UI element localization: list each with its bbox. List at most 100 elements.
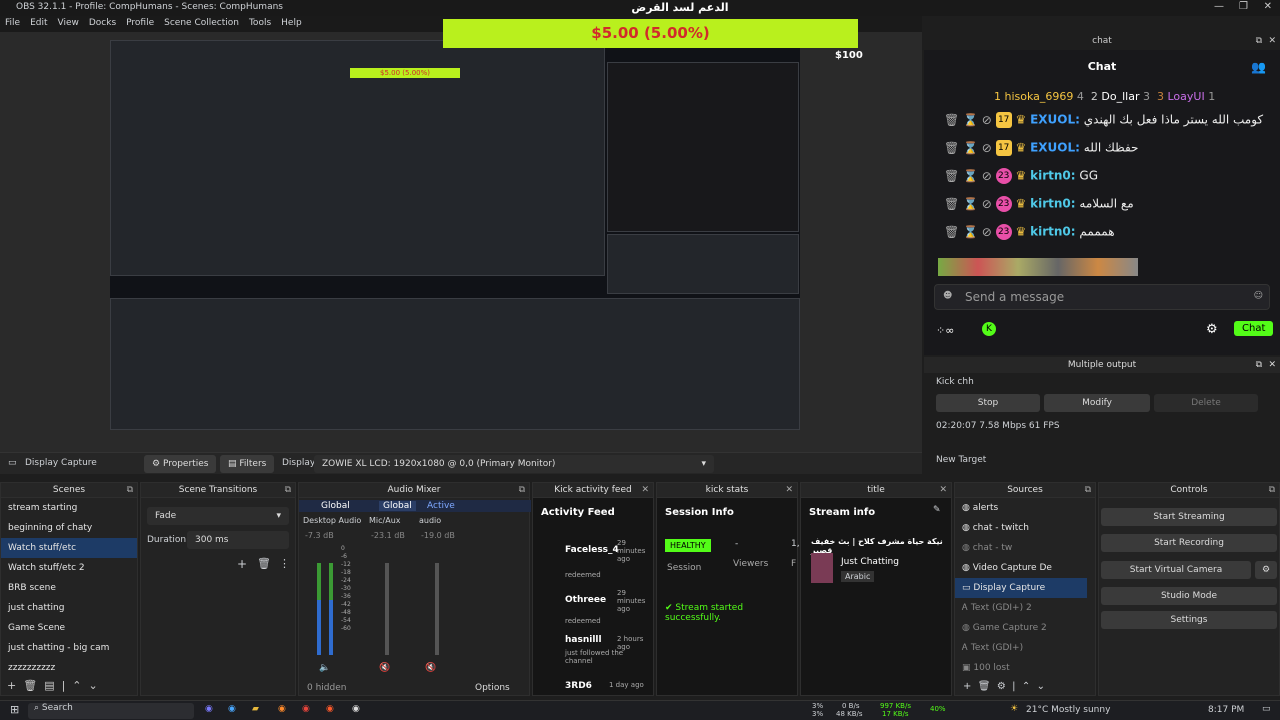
add-icon[interactable]: + [963,681,971,692]
menu-docks[interactable]: Docks [84,16,121,30]
emoji-icon[interactable]: ☺ [1254,291,1263,301]
scene-item[interactable]: Watch stuff/etc 2 [1,558,137,578]
filters-button[interactable]: ▤ Filters [220,455,275,473]
smile-icon[interactable]: ☻ [943,291,952,301]
trash-icon[interactable]: 🗑 [257,557,271,570]
trash-icon[interactable]: 🗑 [23,679,37,692]
mute-icon[interactable]: 🔇 [425,663,436,673]
close-icon[interactable]: ✕ [1264,1,1272,12]
scene-item[interactable]: Watch stuff/etc [1,538,137,558]
mod-icons[interactable]: 🗑 ⌛ ⊘ [944,113,992,127]
clock[interactable]: 8:17 PM [1208,705,1244,715]
duration-input[interactable]: 300 ms [187,531,289,549]
menu-file[interactable]: File [0,16,25,30]
mod-icons[interactable]: 🗑 ⌛ ⊘ [944,169,992,183]
edit-icon[interactable]: ✎ [933,505,941,515]
mod-icons[interactable]: 🗑 ⌛ ⊘ [944,225,992,239]
add-icon[interactable]: + [237,557,247,571]
discord-icon[interactable]: ◉ [205,704,213,714]
start-virtual-camera-button[interactable]: Start Virtual Camera [1101,561,1251,579]
chat-message[interactable]: 🗑 ⌛ ⊘ 23 ♛ kirtn0: GG [924,168,1280,194]
undock-icon[interactable]: ⧉ [519,483,525,498]
source-item[interactable]: ◍ alerts [955,498,1087,518]
users-icon[interactable]: 👥 [1251,60,1266,74]
down-icon[interactable]: ⌄ [1037,681,1045,692]
close-icon[interactable]: ✕ [1268,357,1276,373]
menu-help[interactable]: Help [276,16,307,30]
kick-icon[interactable]: K [982,322,996,336]
undock-icon[interactable]: ⧉ [1256,32,1262,50]
source-item[interactable]: ◍ Game Capture 2 [955,618,1087,638]
properties-button[interactable]: ⚙ Properties [144,455,217,473]
emote-row[interactable] [938,258,1138,276]
options-button[interactable]: Options [475,683,510,693]
firefox-icon[interactable]: ◉ [278,704,286,714]
taskbar-search[interactable]: ⌕ Search [28,703,194,719]
obs-icon[interactable]: ◉ [352,704,360,714]
source-item[interactable]: ▭ Display Capture [955,578,1087,598]
app-icon[interactable]: ◉ [228,704,236,714]
filter-icon[interactable]: ▤ [44,679,54,692]
maximize-icon[interactable]: ❐ [1239,1,1248,12]
chat-message[interactable]: 🗑 ⌛ ⊘ 17 ♛ EXUOL: حفظك الله [924,140,1280,166]
gear-icon[interactable]: ⚙ [1255,561,1277,579]
scene-item[interactable]: stream starting [1,498,137,518]
trash-icon[interactable]: 🗑 [978,681,991,692]
chat-message[interactable]: 🗑 ⌛ ⊘ 17 ♛ EXUOL: كومب الله يستر ماذا فع… [924,112,1280,138]
brave-icon[interactable]: ◉ [326,704,334,714]
infinity-icon[interactable]: ⁘∞ [936,324,954,337]
scene-item[interactable]: just chatting [1,598,137,618]
tab-global-2[interactable]: Global [379,501,416,511]
close-icon[interactable]: ✕ [939,483,947,498]
minimize-icon[interactable]: — [1214,1,1224,12]
delete-button[interactable]: Delete [1154,394,1258,412]
chat-input[interactable]: ☻ Send a message ☺ [934,284,1270,310]
undock-icon[interactable]: ⧉ [127,483,133,498]
menu-tools[interactable]: Tools [244,16,276,30]
scene-item[interactable]: Game Scene [1,618,137,638]
scene-item[interactable]: BRB scene [1,578,137,598]
scene-item[interactable]: zzzzzzzzzz [1,658,137,678]
mute-icon[interactable]: 🔇 [379,663,390,673]
undock-icon[interactable]: ⧉ [1269,483,1275,498]
menu-view[interactable]: View [53,16,84,30]
source-item[interactable]: ▣ 100 lost [955,658,1087,678]
settings-button[interactable]: Settings [1101,611,1277,629]
down-icon[interactable]: ⌄ [89,679,98,692]
more-icon[interactable]: ⋮ [279,557,290,570]
source-item[interactable]: Ꭺ Text (GDI+) 2 [955,598,1087,618]
up-icon[interactable]: ⌃ [1022,681,1030,692]
start-streaming-button[interactable]: Start Streaming [1101,508,1277,526]
folder-icon[interactable]: ▰ [252,704,259,714]
start-recording-button[interactable]: Start Recording [1101,534,1277,552]
source-item[interactable]: Ꭺ Text (GDI+) [955,638,1087,658]
tab-global[interactable]: Global [321,501,350,511]
speaker-icon[interactable]: 🔈 [319,663,330,673]
undock-icon[interactable]: ⧉ [1256,357,1262,373]
new-target-label[interactable]: New Target [936,455,986,465]
close-icon[interactable]: ✕ [641,483,649,498]
scene-item[interactable]: just chatting - big cam [1,638,137,658]
chat-message[interactable]: 🗑 ⌛ ⊘ 23 ♛ kirtn0: همممم [924,224,1280,250]
weather[interactable]: 21°C Mostly sunny [1026,705,1110,715]
tab-active[interactable]: Active [427,501,455,511]
source-item[interactable]: ◍ Video Capture De [955,558,1087,578]
mod-icons[interactable]: 🗑 ⌛ ⊘ [944,197,992,211]
close-icon[interactable]: ✕ [785,483,793,498]
windows-start-icon[interactable]: ⊞ [10,703,19,716]
undock-icon[interactable]: ⧉ [285,483,291,498]
close-icon[interactable]: ✕ [1268,32,1276,50]
display-select[interactable]: ZOWIE XL LCD: 1920x1080 @ 0,0 (Primary M… [314,455,714,473]
notification-icon[interactable]: ▭ [1262,704,1271,714]
stop-button[interactable]: Stop [936,394,1040,412]
chat-message[interactable]: 🗑 ⌛ ⊘ 23 ♛ kirtn0: مع السلامه [924,196,1280,222]
modify-button[interactable]: Modify [1044,394,1150,412]
chat-send-button[interactable]: Chat [1234,321,1274,336]
add-icon[interactable]: + [7,679,16,692]
gear-icon[interactable]: ⚙ [1206,322,1218,337]
source-item[interactable]: ◍ chat - twitch [955,518,1087,538]
studio-mode-button[interactable]: Studio Mode [1101,587,1277,605]
up-icon[interactable]: ⌃ [72,679,81,692]
mod-icons[interactable]: 🗑 ⌛ ⊘ [944,141,992,155]
menu-profile[interactable]: Profile [121,16,159,30]
